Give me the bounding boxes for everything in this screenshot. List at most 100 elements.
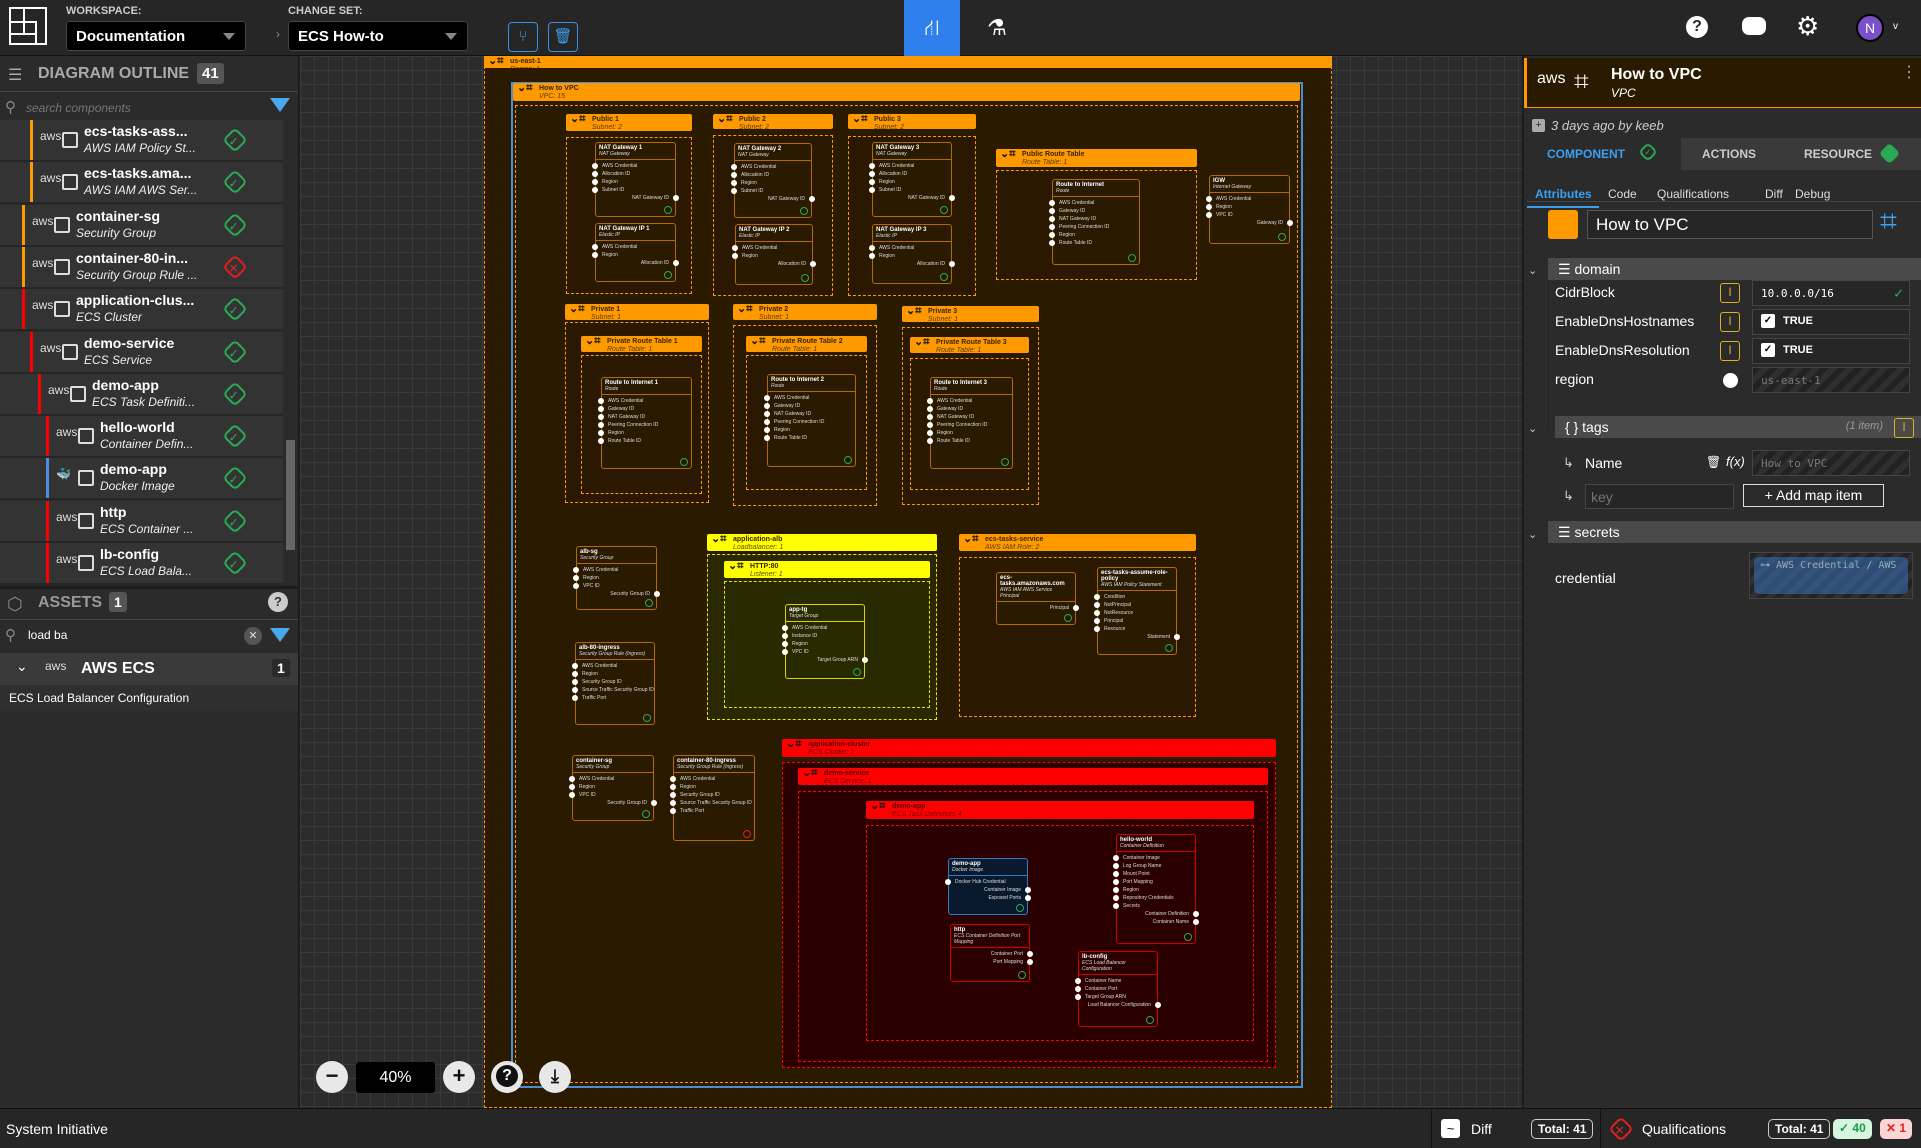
- set-source-button[interactable]: I: [1720, 312, 1740, 332]
- component-node[interactable]: hello-world Container Definition Container…: [1113, 834, 1199, 944]
- input-socket[interactable]: Security Group ID: [572, 678, 654, 686]
- input-socket[interactable]: Subnet ID: [592, 186, 675, 194]
- component-name-input[interactable]: [1587, 210, 1873, 239]
- component-node[interactable]: NAT Gateway 3 NAT Gateway AWS Credential Al…: [869, 142, 955, 217]
- input-socket[interactable]: Region: [573, 574, 656, 582]
- outline-item[interactable]: aws application-clus... ECS Cluster ✓: [0, 289, 283, 332]
- output-socket[interactable]: Target Group ARN: [786, 656, 868, 664]
- abandon-changeset-button[interactable]: 🗑: [548, 22, 578, 52]
- prop-value[interactable]: us-east-1: [1752, 367, 1910, 393]
- input-socket[interactable]: Route Table ID: [598, 437, 691, 445]
- checkbox[interactable]: ✓: [1761, 314, 1775, 328]
- input-socket[interactable]: Subnet ID: [869, 186, 951, 194]
- input-socket[interactable]: Source Traffic Security Group ID: [572, 686, 654, 694]
- input-socket[interactable]: AWS Credential: [1206, 195, 1289, 203]
- chevron-down-icon[interactable]: ⌄: [1528, 264, 1537, 277]
- component-node[interactable]: NAT Gateway IP 2 Elastic IP AWS Credential…: [732, 224, 816, 285]
- changeset-select[interactable]: ECS How-to: [288, 21, 468, 51]
- prop-value[interactable]: ✓ TRUE: [1752, 309, 1910, 335]
- prop-value[interactable]: 10.0.0.0/16 ✓: [1752, 280, 1910, 306]
- input-socket[interactable]: Region: [1113, 886, 1195, 894]
- input-socket[interactable]: VPC ID: [569, 791, 653, 799]
- outline-item[interactable]: aws lb-config ECS Load Bala... ✓: [0, 543, 283, 585]
- outline-item[interactable]: aws demo-service ECS Service ✓: [0, 331, 283, 374]
- input-socket[interactable]: AWS Credential: [592, 243, 675, 251]
- frame-header[interactable]: ⌄⌗ Public 3 Subnet: 2: [848, 114, 976, 129]
- output-socket[interactable]: Security Group ID: [573, 799, 657, 807]
- input-socket[interactable]: AWS Credential: [731, 163, 811, 171]
- input-socket[interactable]: Container Port: [1075, 985, 1157, 993]
- help-icon[interactable]: ?: [268, 592, 288, 612]
- output-socket[interactable]: Statement: [1098, 633, 1180, 641]
- input-socket[interactable]: Region: [732, 252, 812, 260]
- input-socket[interactable]: Target Group ARN: [1075, 993, 1157, 1001]
- component-node[interactable]: NAT Gateway IP 1 Elastic IP AWS Credential…: [592, 223, 679, 282]
- input-socket[interactable]: AWS Credential: [569, 775, 653, 783]
- input-socket[interactable]: AWS Credential: [869, 244, 951, 252]
- more-menu-icon[interactable]: ⋮: [1901, 65, 1917, 81]
- input-socket[interactable]: Region: [670, 783, 754, 791]
- filter-icon[interactable]: [270, 98, 290, 112]
- input-socket[interactable]: Peering Connection ID: [927, 421, 1012, 429]
- input-socket[interactable]: NAT Gateway ID: [927, 413, 1012, 421]
- clear-search-icon[interactable]: ✕: [244, 627, 262, 645]
- output-socket[interactable]: Container Image: [949, 886, 1031, 894]
- component-node[interactable]: NAT Gateway 1 NAT Gateway AWS Credential Al…: [592, 142, 679, 217]
- input-socket[interactable]: Traffic Port: [670, 807, 754, 815]
- input-socket[interactable]: Peering Connection ID: [598, 421, 691, 429]
- input-socket[interactable]: Region: [731, 179, 811, 187]
- input-socket[interactable]: Gateway ID: [927, 405, 1012, 413]
- secrets-section[interactable]: ☰ secrets: [1548, 521, 1921, 543]
- component-node[interactable]: alb-80-ingress Security Group Rule (Ingre…: [572, 642, 655, 725]
- download-button[interactable]: ⤓: [539, 1061, 571, 1093]
- input-socket[interactable]: VPC ID: [573, 582, 656, 590]
- workspace-select[interactable]: Documentation: [66, 21, 246, 51]
- output-socket[interactable]: Allocation ID: [596, 259, 679, 267]
- output-socket[interactable]: NAT Gateway ID: [596, 194, 679, 202]
- input-socket[interactable]: AWS Credential: [598, 397, 691, 405]
- tab-component[interactable]: COMPONENT ✓: [1525, 138, 1681, 170]
- output-socket[interactable]: Load Balancer Configuration: [1079, 1001, 1161, 1009]
- input-socket[interactable]: Instance ID: [782, 632, 864, 640]
- input-socket[interactable]: Port Mapping: [1113, 878, 1195, 886]
- input-socket[interactable]: AWS Credential: [764, 394, 855, 402]
- input-socket[interactable]: AWS Credential: [572, 662, 654, 670]
- frame-header[interactable]: ⌄⌗ Public 2 Subnet: 2: [713, 114, 833, 129]
- set-source-button[interactable]: I: [1720, 341, 1740, 361]
- input-socket[interactable]: NAT Gateway ID: [598, 413, 691, 421]
- function-icon[interactable]: f(x): [1726, 454, 1745, 469]
- input-socket[interactable]: Subnet ID: [731, 187, 811, 195]
- domain-section[interactable]: ☰ domain: [1548, 258, 1921, 280]
- asset-item[interactable]: ECS Load Balancer Configuration: [0, 685, 298, 711]
- outline-item[interactable]: aws http ECS Container ... ✓: [0, 500, 283, 543]
- help-button[interactable]: ?: [491, 1061, 523, 1093]
- input-socket[interactable]: NotResource: [1094, 609, 1176, 617]
- help-icon[interactable]: ?: [1686, 16, 1708, 38]
- input-socket[interactable]: Peering Connection ID: [1049, 223, 1139, 231]
- outline-item[interactable]: aws hello-world Container Defin... ✓: [0, 416, 283, 459]
- zoom-in-button[interactable]: +: [443, 1061, 475, 1093]
- diff-label[interactable]: Diff: [1471, 1121, 1492, 1137]
- input-socket[interactable]: Route Table ID: [1049, 239, 1139, 247]
- diagram-canvas[interactable]: ⌄⌗us-east-1Region: 1⌄⌗How to VPCVPC: 15⌄…: [300, 56, 1522, 1108]
- input-socket[interactable]: Region: [927, 429, 1012, 437]
- frame-header[interactable]: ⌄⌗ Private Route Table 2 Route Table: 1: [746, 336, 867, 352]
- component-node[interactable]: http ECS Container Definition Port Mappin…: [950, 924, 1033, 982]
- output-socket[interactable]: Allocation ID: [873, 260, 955, 268]
- frame-header[interactable]: ⌄⌗ application-alb Loadbalancer: 1: [707, 534, 937, 551]
- input-socket[interactable]: NotPrincipal: [1094, 601, 1176, 609]
- component-node[interactable]: ecs-tasks-assume-role-policy AWS IAM Poli…: [1094, 567, 1180, 655]
- input-socket[interactable]: AWS Credential: [732, 244, 812, 252]
- filter-icon[interactable]: [270, 628, 290, 642]
- chevron-down-icon[interactable]: ⌄: [1528, 422, 1537, 435]
- input-socket[interactable]: Source Traffic Security Group ID: [670, 799, 754, 807]
- frame-header[interactable]: ⌄⌗ us-east-1Region: 1: [484, 56, 1332, 68]
- add-map-item-button[interactable]: + Add map item: [1743, 484, 1884, 507]
- checkbox[interactable]: ✓: [1761, 343, 1775, 357]
- component-node[interactable]: app-tg Target Group AWS Credential Instance…: [782, 604, 868, 679]
- tags-section[interactable]: { } tags (1 item): [1555, 416, 1921, 438]
- prop-value[interactable]: ✓ TRUE: [1752, 338, 1910, 364]
- frame-header[interactable]: ⌄⌗ Public 1 Subnet: 2: [566, 114, 692, 131]
- input-socket[interactable]: Mount Point: [1113, 870, 1195, 878]
- output-socket[interactable]: Port Mapping: [951, 958, 1033, 966]
